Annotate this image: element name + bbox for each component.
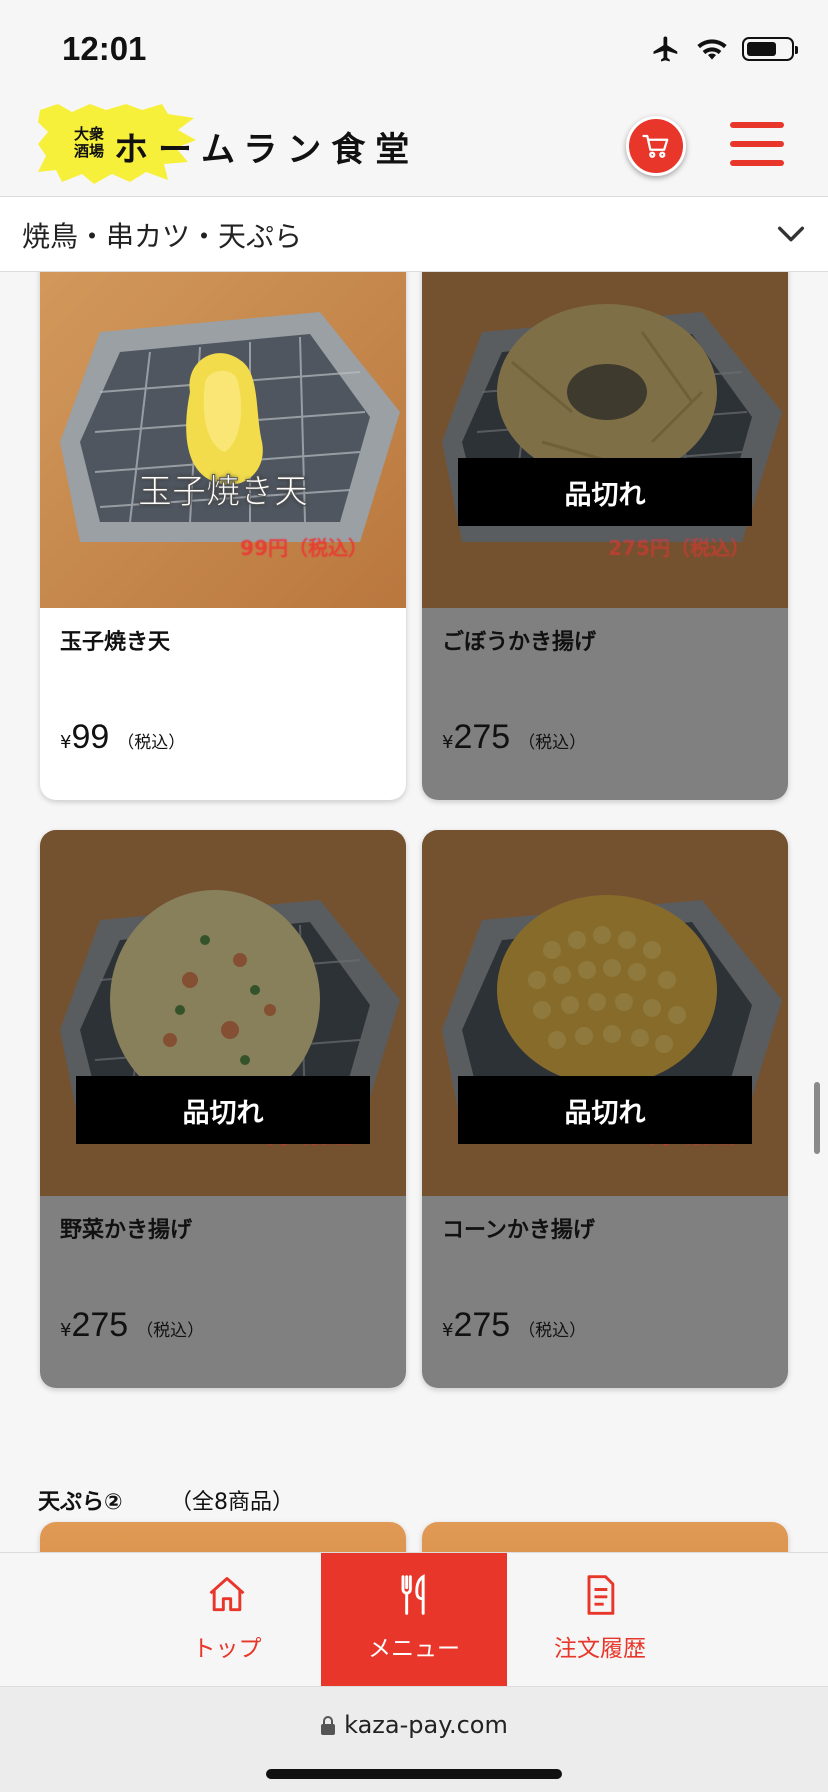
price-tax-note: （税込） <box>518 733 587 753</box>
price-currency: ¥ <box>442 732 454 753</box>
product-price: ¥275 （税込） <box>442 718 586 757</box>
product-image: 275円（税込） 品切れ <box>422 272 788 608</box>
product-image: 275円（税込） 品切れ <box>40 830 406 1196</box>
sold-out-badge: 品切れ <box>458 1076 752 1144</box>
fork-knife-icon <box>401 1574 425 1615</box>
product-body: ごぼうかき揚げ ¥275 （税込） <box>422 608 788 800</box>
product-price: ¥275 （税込） <box>60 1306 204 1345</box>
price-amount: 275 <box>453 1306 511 1344</box>
scroll-indicator[interactable] <box>814 1082 820 1154</box>
header: 大衆酒場 ホームラン食堂 <box>0 100 828 196</box>
price-tax-note: （税込） <box>518 1321 587 1341</box>
image-caption: 玉子焼き天 <box>138 472 309 513</box>
product-name: 野菜かき揚げ <box>60 1218 193 1243</box>
product-name: コーンかき揚げ <box>442 1218 595 1243</box>
product-card[interactable]: 275円（税込） 品切れ ごぼうかき揚げ ¥275 （税込） <box>422 272 788 800</box>
sold-out-badge: 品切れ <box>458 458 752 526</box>
status-time: 12:01 <box>62 30 147 67</box>
airplane-icon <box>653 36 678 62</box>
product-body: コーンかき揚げ ¥275 （税込） <box>422 1196 788 1388</box>
nav-label: 注文履歴 <box>554 1636 646 1662</box>
section-count: （全8商品） <box>170 1490 294 1515</box>
wifi-icon <box>697 39 727 60</box>
bottom-nav: トップ メニュー 注文履歴 <box>0 1552 828 1687</box>
status-icons <box>650 34 798 64</box>
product-card[interactable]: 275円（税込） 品切れ 野菜かき揚げ ¥275 （税込） <box>40 830 406 1388</box>
product-price: ¥99 （税込） <box>60 718 185 757</box>
url-text: kaza-pay.com <box>344 1711 508 1739</box>
product-card[interactable]: 玉子焼き天 99円（税込） 玉子焼き天 ¥99 （税込） <box>40 272 406 800</box>
document-icon <box>587 1575 615 1615</box>
home-icon <box>209 1577 245 1612</box>
price-tax-note: （税込） <box>117 733 186 753</box>
logo[interactable]: 大衆酒場 ホームラン食堂 <box>38 104 409 186</box>
product-body: 玉子焼き天 ¥99 （税込） <box>40 608 406 800</box>
status-bar: 12:01 <box>0 0 828 100</box>
nav-item-order-history[interactable]: 注文履歴 <box>507 1553 693 1687</box>
category-selected-label: 焼鳥・串カツ・天ぷら <box>22 220 303 253</box>
product-list: 玉子焼き天 99円（税込） 玉子焼き天 ¥99 （税込） 275円（税込） 品切… <box>0 272 828 1552</box>
product-card[interactable] <box>40 1522 406 1552</box>
menu-line <box>730 141 784 147</box>
nav-item-menu[interactable]: メニュー <box>321 1553 507 1687</box>
hamburger-menu-button[interactable] <box>730 122 784 166</box>
chevron-down-icon <box>777 226 805 242</box>
product-name: 玉子焼き天 <box>60 630 171 655</box>
price-currency: ¥ <box>442 1320 454 1341</box>
logo-text: ホームラン食堂 <box>114 130 420 170</box>
image-price-text: 99円（税込） <box>240 536 368 560</box>
product-card[interactable] <box>422 1522 788 1552</box>
product-card[interactable]: 275円（税込） 品切れ コーンかき揚げ ¥275 （税込） <box>422 830 788 1388</box>
price-amount: 275 <box>453 718 511 756</box>
image-price-text: 275円（税込） <box>608 536 750 560</box>
product-price: ¥275 （税込） <box>442 1306 586 1345</box>
lock-icon <box>321 1716 336 1735</box>
nav-label: メニュー <box>368 1636 460 1662</box>
url-display[interactable]: kaza-pay.com <box>0 1711 828 1739</box>
menu-line <box>730 160 784 166</box>
nav-item-top[interactable]: トップ <box>134 1553 320 1687</box>
cart-icon <box>642 134 669 158</box>
menu-line <box>730 122 784 128</box>
logo-small-text: 大衆酒場 <box>73 125 104 160</box>
product-body: 野菜かき揚げ ¥275 （税込） <box>40 1196 406 1388</box>
price-amount: 99 <box>71 718 110 756</box>
section-title: 天ぷら② <box>38 1490 123 1515</box>
price-amount: 275 <box>71 1306 129 1344</box>
sold-out-badge: 品切れ <box>76 1076 370 1144</box>
nav-label: トップ <box>192 1636 262 1662</box>
product-image: 玉子焼き天 99円（税込） <box>40 272 406 608</box>
price-currency: ¥ <box>60 1320 72 1341</box>
product-image: 275円（税込） 品切れ <box>422 830 788 1196</box>
price-currency: ¥ <box>60 732 72 753</box>
home-indicator <box>266 1769 562 1779</box>
price-tax-note: （税込） <box>136 1321 205 1341</box>
category-select[interactable]: 焼鳥・串カツ・天ぷら <box>0 196 828 272</box>
battery-icon <box>742 37 798 61</box>
cart-button[interactable] <box>626 116 686 176</box>
browser-url-bar[interactable]: kaza-pay.com <box>0 1686 828 1792</box>
product-name: ごぼうかき揚げ <box>442 630 597 655</box>
